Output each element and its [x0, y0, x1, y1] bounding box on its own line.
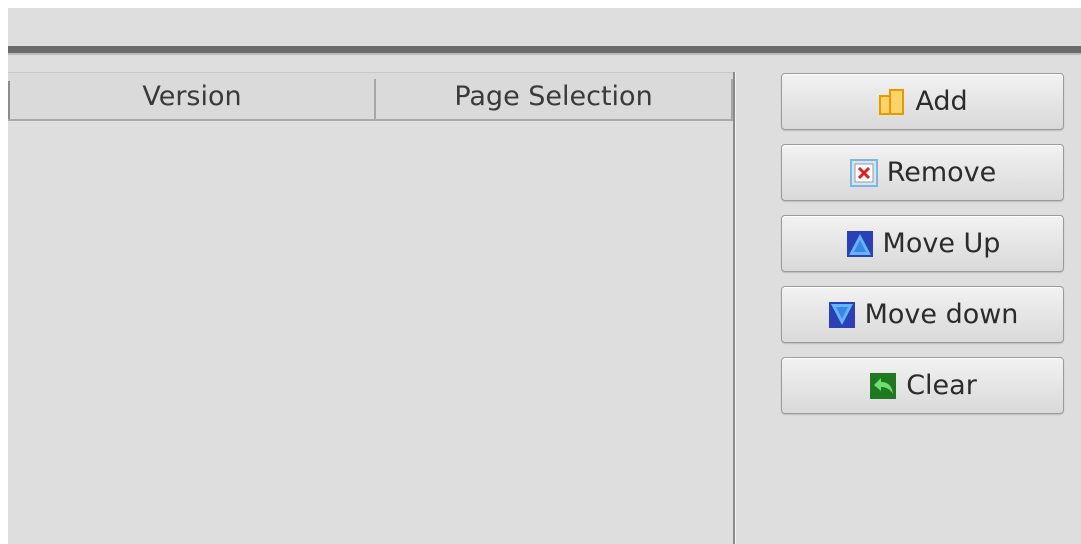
move-down-icon [827, 300, 857, 330]
column-header-page-selection[interactable]: Page Selection [376, 73, 731, 119]
move-down-button-label: Move down [864, 299, 1019, 330]
remove-button[interactable]: Remove [781, 144, 1064, 201]
remove-button-label: Remove [886, 157, 997, 188]
clear-icon [868, 371, 898, 401]
table-header: Version Page Selection [8, 72, 733, 121]
top-divider [8, 46, 1081, 55]
column-header-version[interactable]: Version [10, 73, 374, 119]
table-body[interactable] [8, 121, 733, 544]
add-button[interactable]: Add [781, 73, 1064, 130]
panel-splitter [733, 72, 736, 544]
move-up-icon [845, 229, 875, 259]
move-down-button[interactable]: Move down [781, 286, 1064, 343]
move-up-button[interactable]: Move Up [781, 215, 1064, 272]
add-button-label: Add [915, 86, 968, 117]
dialog-frame: Version Page Selection Add Remove Move U… [8, 8, 1081, 544]
clear-button[interactable]: Clear [781, 357, 1064, 414]
remove-icon [849, 158, 879, 188]
file-table[interactable]: Version Page Selection [8, 72, 736, 544]
move-up-button-label: Move Up [882, 228, 1001, 259]
add-icon [877, 87, 907, 117]
clear-button-label: Clear [906, 370, 977, 401]
